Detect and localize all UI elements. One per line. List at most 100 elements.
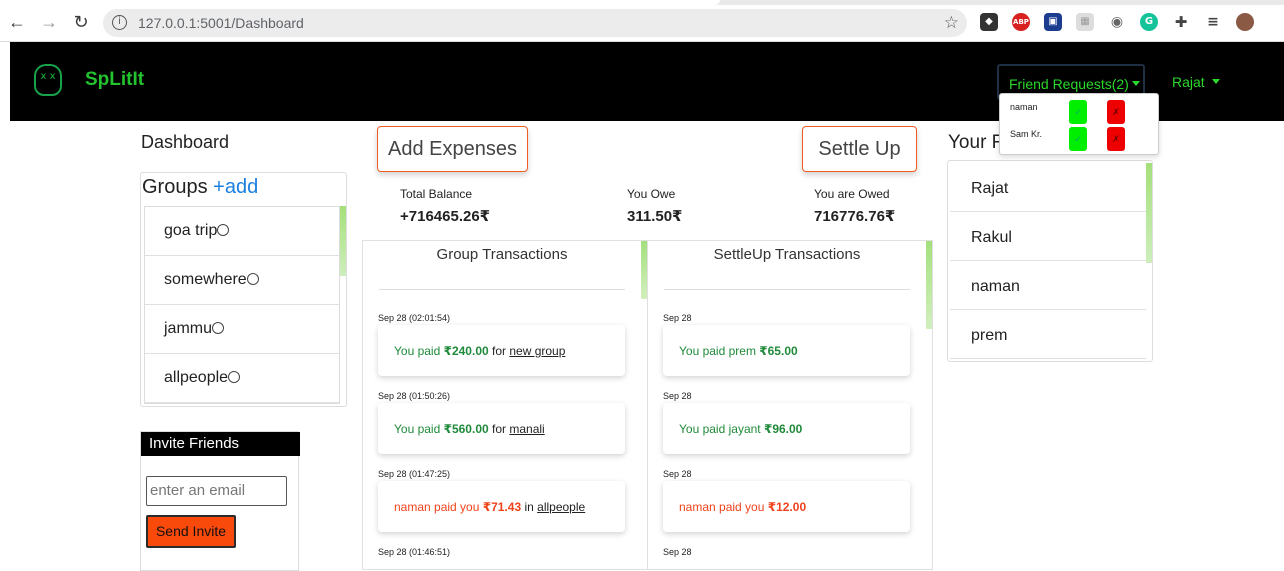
friend-request-item: naman ✓ ✗ xyxy=(1000,96,1160,124)
group-item[interactable]: somewhere xyxy=(145,256,339,305)
chevron-down-icon xyxy=(1211,79,1220,84)
groups-title: Groups xyxy=(142,176,208,198)
reject-request-button[interactable]: ✗ xyxy=(1107,100,1125,124)
transaction-text: naman paid you xyxy=(679,500,768,514)
friends-scrollbar[interactable] xyxy=(1146,163,1152,263)
transaction-amount: ₹560.00 xyxy=(443,422,489,436)
you-owe-label: You Owe xyxy=(627,187,676,201)
friend-item[interactable]: Rajat xyxy=(950,163,1146,212)
friend-requests-label: Friend Requests(2) xyxy=(1009,76,1129,92)
settle-up-button[interactable]: Settle Up xyxy=(802,126,917,172)
friends-list: Rajat Rakul naman prem xyxy=(950,163,1146,361)
friend-item[interactable]: naman xyxy=(950,261,1146,310)
friend-request-name: Sam Kr. xyxy=(1010,129,1043,139)
transaction-card: You paid prem ₹65.00 xyxy=(663,325,910,376)
group-transactions-title: Group Transactions xyxy=(436,246,568,263)
chevron-down-icon xyxy=(1131,81,1140,86)
transaction-text: naman paid you xyxy=(394,500,483,514)
send-invite-button[interactable]: Send Invite xyxy=(146,515,236,548)
transaction-connector: in xyxy=(521,500,538,514)
reload-icon[interactable]: ↻ xyxy=(70,11,92,33)
you-are-owed-value: 716776.76₹ xyxy=(814,208,896,225)
divider xyxy=(379,289,625,290)
transaction-text: You paid xyxy=(394,344,444,358)
group-link[interactable]: allpeople xyxy=(537,500,585,514)
you-owe-value: 311.50₹ xyxy=(627,208,683,225)
bookmark-star-icon[interactable]: ☆ xyxy=(944,13,959,33)
friend-request-item: Sam Kr. ✓ ✗ xyxy=(1000,123,1160,151)
invite-email-input[interactable]: enter an email xyxy=(146,476,287,506)
media-queue-icon[interactable]: ≡ xyxy=(1204,13,1222,31)
back-icon[interactable]: ← xyxy=(6,11,28,33)
total-balance-label: Total Balance xyxy=(400,187,473,201)
friend-requests-menu: naman ✓ ✗ Sam Kr. ✓ ✗ xyxy=(999,93,1159,155)
group-link[interactable]: manali xyxy=(509,422,544,436)
you-are-owed-label: You are Owed xyxy=(814,187,890,201)
grammarly-extension-icon[interactable]: G xyxy=(1140,13,1158,31)
transaction-amount: ₹240.00 xyxy=(443,344,489,358)
transaction-date: Sep 28 (02:01:54) xyxy=(378,313,451,323)
transaction-date: Sep 28 (01:47:25) xyxy=(378,469,451,479)
active-tab[interactable] xyxy=(0,0,720,5)
settleup-transactions-panel: SettleUp Transactions Sep 28 You paid pr… xyxy=(647,240,933,570)
grid-extension-icon[interactable]: ▦ xyxy=(1076,13,1094,31)
friends-card: Rajat Rakul naman prem xyxy=(947,160,1153,362)
radio-circle-icon[interactable] xyxy=(246,273,259,285)
groups-card: Groups +add goa trip somewhere jammu all… xyxy=(140,172,347,407)
add-group-link[interactable]: +add xyxy=(213,176,258,198)
transaction-amount: ₹12.00 xyxy=(767,500,807,514)
puzzle-extensions-icon[interactable]: ✚ xyxy=(1172,13,1190,31)
group-item[interactable]: goa trip xyxy=(145,207,339,256)
transaction-card: You paid jayant ₹96.00 xyxy=(663,403,910,454)
user-menu-dropdown[interactable]: Rajat xyxy=(1172,74,1220,90)
group-name: goa trip xyxy=(164,222,218,239)
profile-avatar-icon[interactable] xyxy=(1236,13,1254,31)
transaction-text: You paid jayant xyxy=(679,422,764,436)
adblock-extension-icon[interactable]: ABP xyxy=(1012,13,1030,31)
group-link[interactable]: new group xyxy=(509,344,565,358)
transaction-date: Sep 28 xyxy=(663,313,692,323)
transaction-card: You paid ₹560.00 for manali xyxy=(378,403,625,454)
transaction-card: naman paid you ₹71.43 in allpeople xyxy=(378,481,625,532)
camera-extension-icon[interactable]: ◉ xyxy=(1108,13,1126,31)
transaction-amount: ₹71.43 xyxy=(482,500,522,514)
group-item[interactable]: jammu xyxy=(145,305,339,354)
radio-circle-icon[interactable] xyxy=(217,224,230,236)
site-info-icon[interactable]: i xyxy=(112,15,127,30)
forward-icon[interactable]: → xyxy=(38,11,60,33)
groups-scrollbar[interactable] xyxy=(340,206,346,276)
user-name-label: Rajat xyxy=(1172,74,1205,90)
transaction-amount: ₹65.00 xyxy=(759,344,798,358)
friends-heading: Your F xyxy=(948,132,1004,153)
radio-circle-icon[interactable] xyxy=(228,371,241,383)
browser-toolbar: ← → ↻ i 127.0.0.1:5001/Dashboard ☆ ◆ ABP… xyxy=(0,0,1284,42)
transaction-date: Sep 28 xyxy=(663,391,692,401)
transaction-connector: for xyxy=(488,344,510,358)
transaction-text: You paid xyxy=(394,422,444,436)
transaction-card: naman paid you ₹12.00 xyxy=(663,481,910,532)
groups-heading: Groups +add xyxy=(142,176,258,199)
accept-request-button[interactable]: ✓ xyxy=(1069,100,1087,124)
radio-circle-icon[interactable] xyxy=(212,322,225,334)
invite-card: Invite Friends enter an email Send Invit… xyxy=(140,431,300,571)
screen-extension-icon[interactable]: ▣ xyxy=(1044,13,1062,31)
url-text[interactable]: 127.0.0.1:5001/Dashboard xyxy=(138,15,304,31)
invite-heading: Invite Friends xyxy=(141,432,300,456)
group-name: allpeople xyxy=(164,369,229,386)
address-bar[interactable]: i 127.0.0.1:5001/Dashboard ☆ xyxy=(103,9,967,37)
friend-item[interactable]: Rakul xyxy=(950,212,1146,261)
settleup-transactions-scrollbar[interactable] xyxy=(926,241,932,329)
transaction-date: Sep 28 xyxy=(663,469,692,479)
transaction-card: You paid ₹240.00 for new group xyxy=(378,325,625,376)
divider xyxy=(664,289,910,290)
brand-logo-icon[interactable]: x x xyxy=(34,64,62,96)
brand-name[interactable]: SpLitIt xyxy=(85,69,144,91)
friend-item[interactable]: prem xyxy=(950,310,1146,359)
group-name: jammu xyxy=(164,320,213,337)
add-expenses-button[interactable]: Add Expenses xyxy=(377,126,528,172)
accept-request-button[interactable]: ✓ xyxy=(1069,127,1087,151)
groups-list: goa trip somewhere jammu allpeople xyxy=(144,206,340,404)
cube-extension-icon[interactable]: ◆ xyxy=(980,13,998,31)
reject-request-button[interactable]: ✗ xyxy=(1107,127,1125,151)
group-item[interactable]: allpeople xyxy=(145,354,339,403)
